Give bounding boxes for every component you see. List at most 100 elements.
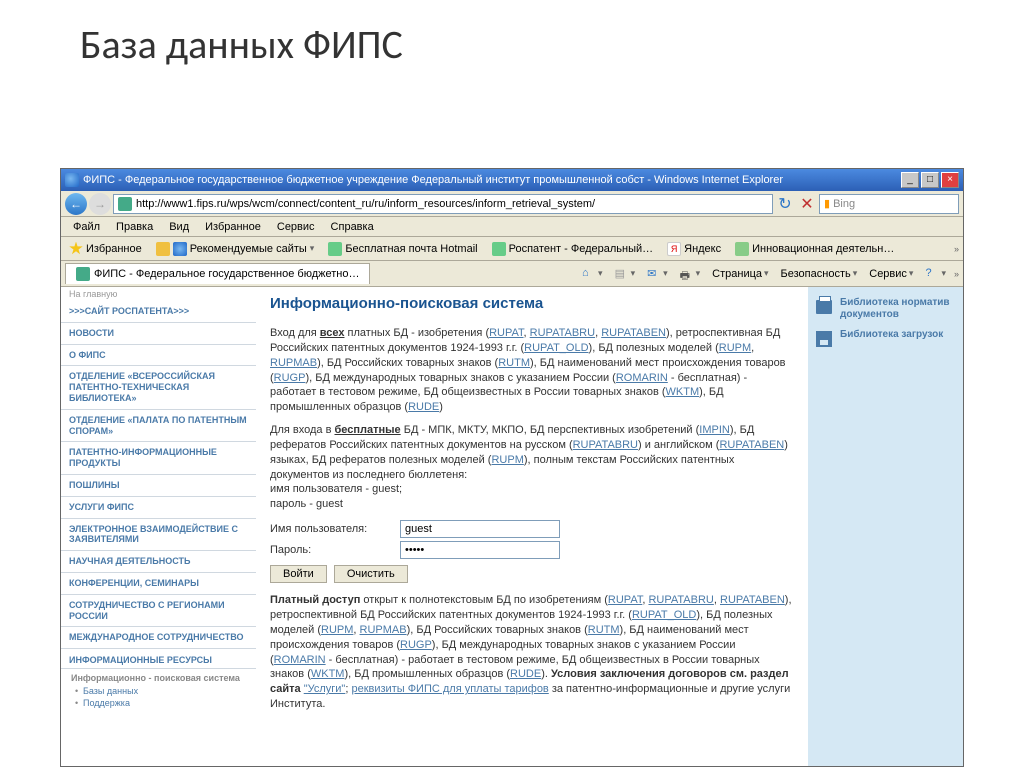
tab-icon [76,267,90,281]
link-p-rupm[interactable]: RUPM [321,624,353,636]
link-p-rupat[interactable]: RUPAT [608,594,642,606]
print-button[interactable]: 🖶▾ [676,265,705,283]
help-button[interactable]: ?▾ [921,265,950,283]
url-text: http://www1.fips.ru/wps/wcm/connect/cont… [136,198,595,210]
favorites-button[interactable]: Избранное [65,240,146,258]
sidebar-item-conferences[interactable]: КОНФЕРЕНЦИИ, СЕМИНАРЫ [61,573,256,595]
link-p-rupat-old[interactable]: RUPAT_OLD [632,609,696,621]
sidebar-item-fees[interactable]: ПОШЛИНЫ [61,475,256,497]
link-p-wktm[interactable]: WKTM [311,668,345,680]
page-viewport: На главную >>>САЙТ РОСПАТЕНТА>>> НОВОСТИ… [61,287,963,766]
service-menu[interactable]: Сервис▾ [865,266,917,282]
sidebar-home-link[interactable]: На главную [61,287,256,301]
menu-help[interactable]: Справка [323,219,382,235]
link-romarin[interactable]: ROMARIN [616,372,668,384]
rb-label: Библиотека загрузок [840,329,943,341]
sidebar-item-rospatent[interactable]: >>>САЙТ РОСПАТЕНТА>>> [61,301,256,323]
link-rugp[interactable]: RUGP [274,372,306,384]
login-button[interactable]: Войти [270,565,327,583]
fav-innovation[interactable]: Инновационная деятельн… [731,240,898,258]
sidebar-item-regions[interactable]: СОТРУДНИЧЕСТВО С РЕГИОНАМИ РОССИИ [61,595,256,628]
link-rude[interactable]: RUDE [408,401,439,413]
url-input[interactable]: http://www1.fips.ru/wps/wcm/connect/cont… [113,194,773,214]
site-icon [492,242,506,256]
minimize-button[interactable]: _ [901,172,919,188]
link-rekvizity[interactable]: реквизиты ФИПС для уплаты тарифов [351,683,548,695]
slide-title: База данных ФИПС [0,0,1024,79]
link-rupatabru2[interactable]: RUPATABRU [573,439,638,451]
menu-file[interactable]: Файл [65,219,108,235]
left-sidebar: На главную >>>САЙТ РОСПАТЕНТА>>> НОВОСТИ… [61,287,256,766]
link-p-rupatabru[interactable]: RUPATABRU [648,594,713,606]
link-uslugi[interactable]: "Услуги" [304,683,346,695]
sidebar-section-resources: ИНФОРМАЦИОННЫЕ РЕСУРСЫ [61,649,256,669]
safety-menu[interactable]: Безопасность▾ [777,266,862,282]
link-p-rutm[interactable]: RUTM [588,624,620,636]
fav-rospatent[interactable]: Роспатент - Федеральный… [488,240,658,258]
fav-hotmail[interactable]: Бесплатная почта Hotmail [324,240,481,258]
clear-button[interactable]: Очистить [334,565,408,583]
ie-icon [65,173,79,187]
sidebar-item-services[interactable]: УСЛУГИ ФИПС [61,497,256,519]
link-rupm[interactable]: RUPM [719,342,751,354]
sidebar-item-library[interactable]: ОТДЕЛЕНИЕ «ВСЕРОССИЙСКАЯ ПАТЕНТНО-ТЕХНИЧ… [61,366,256,409]
ie-small-icon [173,242,187,256]
service-label: Сервис [869,268,907,280]
yandex-icon: Я [667,242,681,256]
link-rutm[interactable]: RUTM [498,357,530,369]
menu-edit[interactable]: Правка [108,219,161,235]
sidebar-item-einteraction[interactable]: ЭЛЕКТРОННОЕ ВЗАИМОДЕЙСТВИЕ С ЗАЯВИТЕЛЯМИ [61,519,256,552]
link-rupm2[interactable]: RUPM [491,454,523,466]
link-impin[interactable]: IMPIN [699,424,730,436]
link-p-rupataben[interactable]: RUPATABEN [720,594,785,606]
link-p-rugp[interactable]: RUGP [400,639,432,651]
link-wktm[interactable]: WKTM [666,386,700,398]
overflow-chevron[interactable]: » [954,269,959,279]
sidebar-item-news[interactable]: НОВОСТИ [61,323,256,345]
fav-link-label: Яндекс [684,243,721,255]
sidebar-link-databases[interactable]: Базы данных [61,685,256,697]
menu-tools[interactable]: Сервис [269,219,323,235]
forward-button[interactable]: → [89,193,111,215]
link-rupataben2[interactable]: RUPATABEN [719,439,784,451]
link-rupat-old[interactable]: RUPAT_OLD [524,342,588,354]
page-menu[interactable]: Страница▾ [708,266,772,282]
fav-yandex[interactable]: Я Яндекс [663,240,725,258]
link-rupataben[interactable]: RUPATABEN [601,327,666,339]
maximize-button[interactable]: □ [921,172,939,188]
sidebar-item-disputes[interactable]: ОТДЕЛЕНИЕ «ПАЛАТА ПО ПАТЕНТНЫМ СПОРАМ» [61,410,256,443]
fav-suggested[interactable]: Рекомендуемые сайты ▾ [152,240,319,258]
mail-button[interactable]: ✉▾ [643,265,672,283]
feeds-button[interactable]: ▤▾ [611,265,640,283]
sidebar-item-international[interactable]: МЕЖДУНАРОДНОЕ СОТРУДНИЧЕСТВО [61,627,256,649]
rb-downloads[interactable]: Библиотека загрузок [812,325,959,353]
menu-view[interactable]: Вид [161,219,197,235]
search-input[interactable]: ▮ Bing [819,194,959,214]
fav-link-label: Рекомендуемые сайты [190,243,307,255]
link-rupat[interactable]: RUPAT [489,327,523,339]
overflow-chevron[interactable]: » [954,244,959,254]
sidebar-item-products[interactable]: ПАТЕНТНО-ИНФОРМАЦИОННЫЕ ПРОДУКТЫ [61,442,256,475]
refresh-button[interactable]: ↻ [775,194,795,214]
link-p-romarin[interactable]: ROMARIN [274,654,326,666]
sidebar-item-about[interactable]: О ФИПС [61,345,256,367]
sidebar-active-search[interactable]: Информационно - поисковая система [61,669,256,685]
close-button[interactable]: × [941,172,959,188]
password-input[interactable] [400,541,560,559]
stop-button[interactable]: ✕ [797,194,817,214]
sidebar-item-science[interactable]: НАУЧНАЯ ДЕЯТЕЛЬНОСТЬ [61,551,256,573]
menu-favorites[interactable]: Избранное [197,219,269,235]
sidebar-link-support[interactable]: Поддержка [61,697,256,709]
safety-label: Безопасность [781,268,851,280]
username-input[interactable] [400,520,560,538]
link-rupmab[interactable]: RUPMAB [270,357,317,369]
tab-fips[interactable]: ФИПС - Федеральное государственное бюдже… [65,263,370,284]
back-button[interactable]: ← [65,193,87,215]
site-icon [156,242,170,256]
link-p-rupmab[interactable]: RUPMAB [360,624,407,636]
rb-norm-docs[interactable]: Библиотека норматив документов [812,293,959,325]
page-heading: Информационно-поисковая система [270,295,794,312]
link-rupatabru[interactable]: RUPATABRU [530,327,595,339]
link-p-rude[interactable]: RUDE [510,668,541,680]
home-button[interactable]: ⌂▾ [578,265,607,283]
